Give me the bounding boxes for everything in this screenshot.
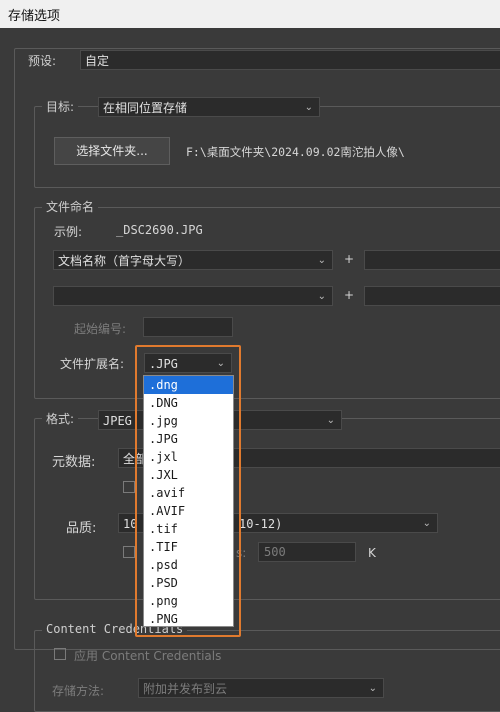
credentials-apply-label: 应用 Content Credentials: [74, 649, 222, 663]
target-label: 目标:: [42, 98, 79, 115]
limit-size-checkbox[interactable]: [123, 546, 135, 558]
window-titlebar: 存储选项: [0, 0, 500, 28]
preset-select[interactable]: 自定: [80, 50, 500, 70]
size-unit: K: [368, 546, 376, 560]
size-input[interactable]: 500: [258, 542, 356, 562]
preset-label: 预设:: [24, 52, 61, 69]
credentials-checkbox[interactable]: [54, 648, 66, 660]
highlight-box: [135, 345, 241, 637]
format-group: [34, 418, 500, 600]
preset-value: 自定: [85, 54, 110, 68]
chevron-down-icon: ⌄: [317, 255, 326, 266]
method-value: 附加并发布到云: [143, 682, 228, 696]
extension-label: 文件扩展名:: [60, 357, 125, 371]
target-path: F:\桌面文件夹\2024.09.02南沱拍人像\: [186, 145, 405, 159]
format-label: 格式:: [42, 410, 79, 427]
plus-sign-2: +: [344, 288, 355, 302]
example-label: 示例:: [54, 225, 83, 239]
target-value: 在相同位置存储: [103, 101, 188, 115]
target-select[interactable]: 在相同位置存储 ⌄: [98, 97, 320, 117]
method-select[interactable]: 附加并发布到云 ⌄: [138, 678, 384, 698]
plus-sign-1: +: [344, 252, 355, 266]
example-value: _DSC2690.JPG: [116, 223, 203, 237]
metadata-label: 元数据:: [52, 455, 96, 470]
choose-folder-button[interactable]: 选择文件夹...: [54, 137, 170, 165]
naming-field-2[interactable]: [364, 250, 500, 270]
naming-field-3[interactable]: ⌄: [53, 286, 333, 306]
chevron-down-icon: ⌄: [317, 291, 326, 302]
start-number-input[interactable]: [143, 317, 233, 337]
naming-legend: 文件命名: [42, 198, 99, 215]
quality-suffix: 10-12): [239, 517, 283, 531]
credentials-group: [34, 630, 500, 712]
window-title: 存储选项: [8, 9, 61, 24]
naming-field-4[interactable]: [364, 286, 500, 306]
chevron-down-icon: ⌄: [326, 415, 335, 426]
start-number-label: 起始编号:: [74, 322, 127, 336]
chevron-down-icon: ⌄: [422, 518, 431, 529]
size-value: 500: [264, 545, 286, 559]
chevron-down-icon: ⌄: [368, 683, 377, 694]
metadata-checkbox[interactable]: [123, 481, 135, 493]
chevron-down-icon: ⌄: [304, 102, 313, 113]
quality-label: 品质:: [66, 521, 97, 536]
naming-field-1[interactable]: 文档名称（首字母大写） ⌄: [53, 250, 333, 270]
naming-field-1-value: 文档名称（首字母大写）: [58, 254, 191, 268]
format-value: JPEG: [103, 414, 132, 428]
